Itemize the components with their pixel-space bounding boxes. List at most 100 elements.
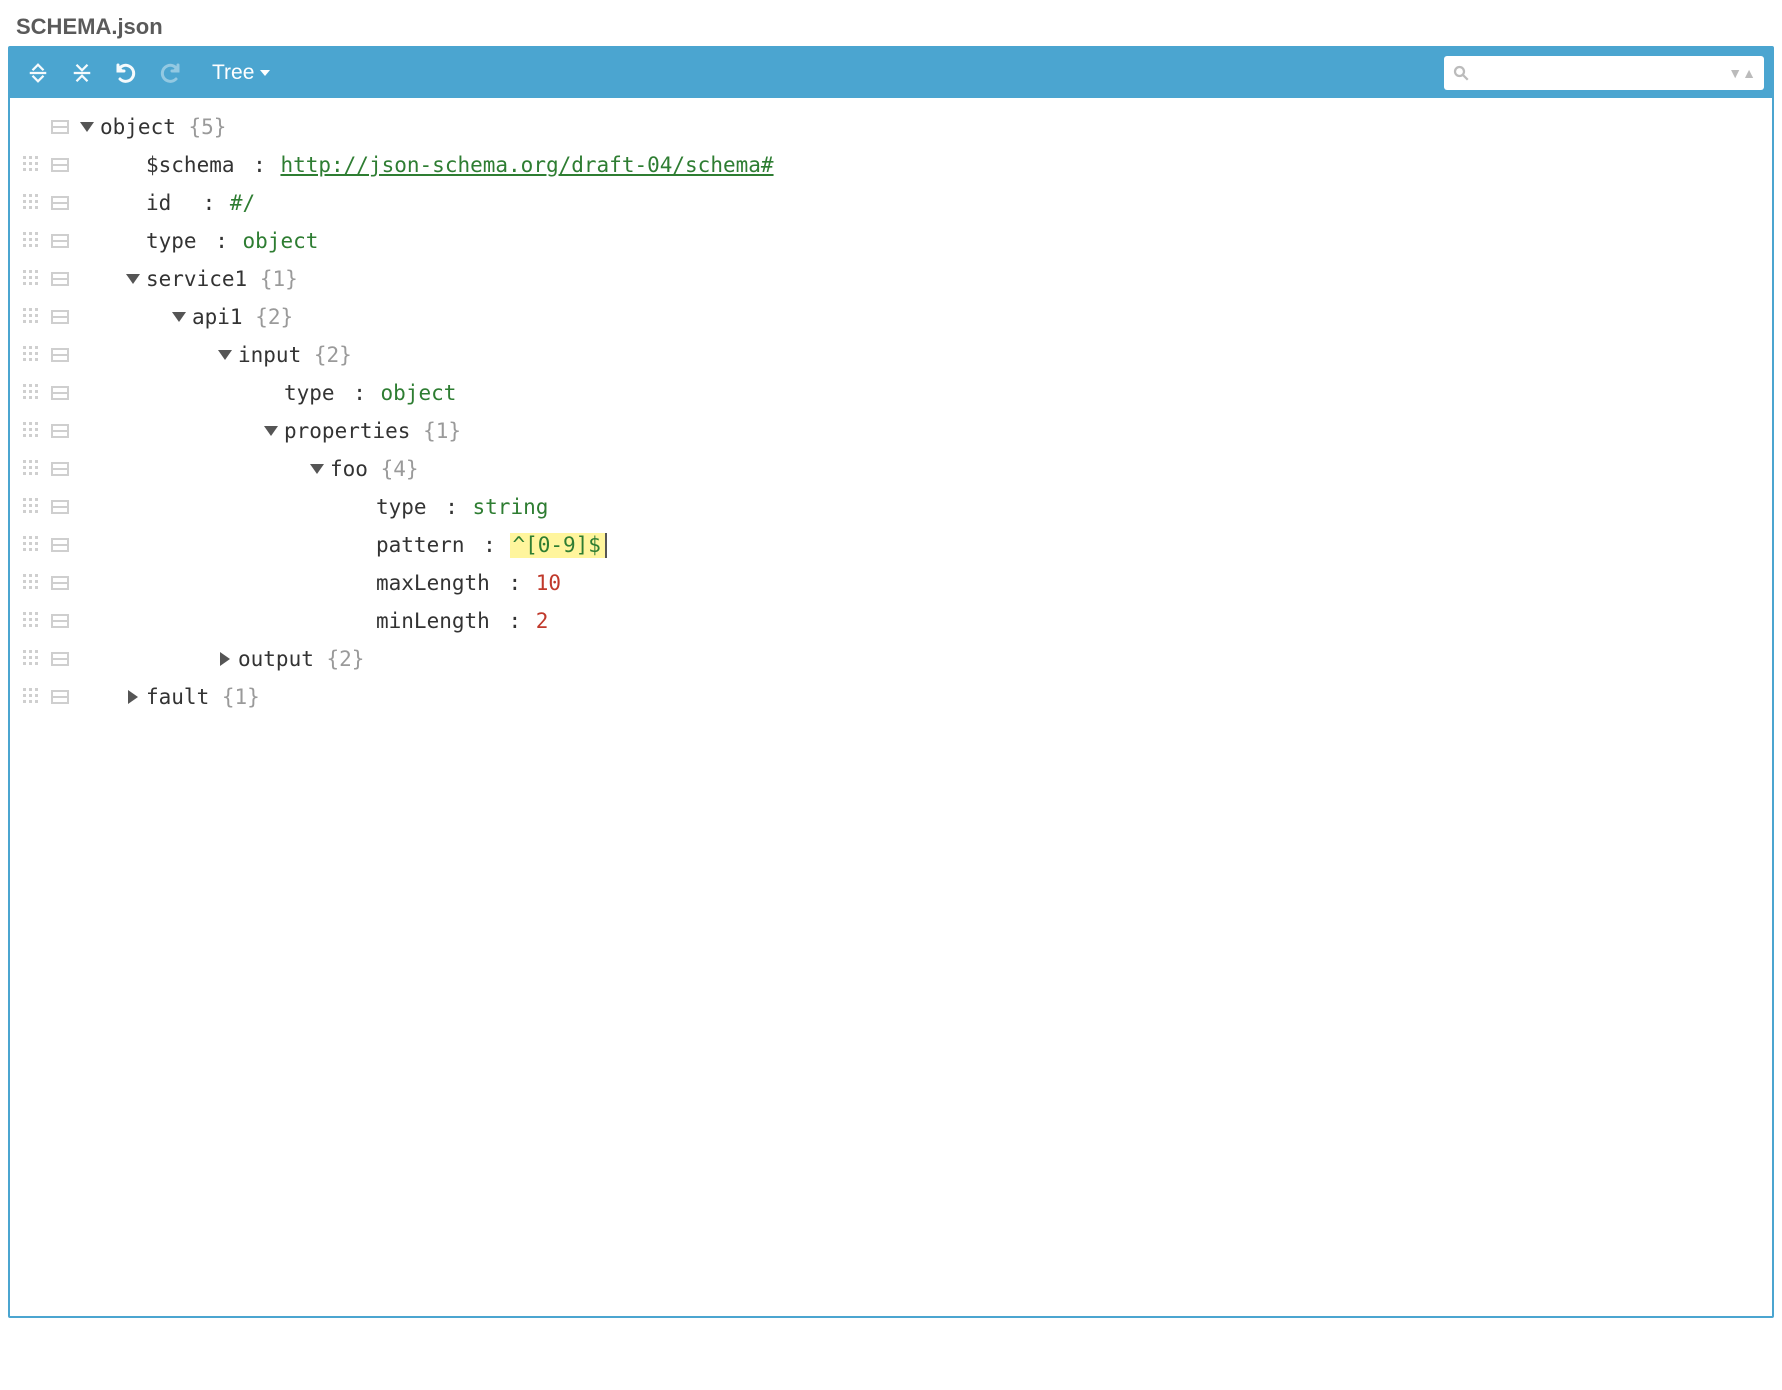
node-key[interactable]: minLength bbox=[376, 611, 490, 632]
collapse-icon[interactable] bbox=[304, 464, 330, 474]
node-key[interactable]: object bbox=[100, 117, 176, 138]
context-menu-button[interactable] bbox=[46, 386, 74, 400]
drag-handle[interactable] bbox=[18, 650, 46, 668]
node-key[interactable]: fault bbox=[146, 687, 209, 708]
context-menu-button[interactable] bbox=[46, 272, 74, 286]
context-menu-button[interactable] bbox=[46, 234, 74, 248]
collapse-icon[interactable] bbox=[74, 122, 100, 132]
node-value[interactable]: 10 bbox=[536, 573, 561, 594]
separator: : bbox=[490, 611, 536, 632]
collapse-icon[interactable] bbox=[258, 426, 284, 436]
context-menu-button[interactable] bbox=[46, 576, 74, 590]
node-count: {2} bbox=[255, 307, 293, 328]
tree-row: api1 {2} bbox=[18, 298, 1764, 336]
node-key[interactable]: type bbox=[284, 383, 335, 404]
drag-handle[interactable] bbox=[18, 194, 46, 212]
context-menu-button[interactable] bbox=[46, 538, 74, 552]
tree-row: pattern : ^[0-9]$ bbox=[18, 526, 1764, 564]
tree-row: maxLength : 10 bbox=[18, 564, 1764, 602]
context-menu-button[interactable] bbox=[46, 196, 74, 210]
mode-dropdown[interactable]: Tree bbox=[212, 61, 270, 85]
undo-button[interactable] bbox=[106, 53, 146, 93]
collapse-icon[interactable] bbox=[120, 274, 146, 284]
tree-row: id : #/ bbox=[18, 184, 1764, 222]
expand-icon[interactable] bbox=[212, 652, 238, 666]
separator: : bbox=[235, 155, 281, 176]
search-prev-icon[interactable]: ▲ bbox=[1742, 68, 1756, 78]
node-count: {4} bbox=[381, 459, 419, 480]
node-value[interactable]: object bbox=[381, 383, 457, 404]
node-key[interactable]: service1 bbox=[146, 269, 247, 290]
node-key[interactable]: foo bbox=[330, 459, 368, 480]
drag-handle[interactable] bbox=[18, 422, 46, 440]
node-count: {2} bbox=[314, 345, 352, 366]
search-next-icon[interactable]: ▼ bbox=[1728, 68, 1742, 78]
separator: : bbox=[197, 231, 243, 252]
separator: : bbox=[335, 383, 381, 404]
node-key[interactable]: output bbox=[238, 649, 314, 670]
drag-handle[interactable] bbox=[18, 612, 46, 630]
drag-handle[interactable] bbox=[18, 498, 46, 516]
tree-row: object {5} bbox=[18, 108, 1764, 146]
node-key[interactable]: properties bbox=[284, 421, 410, 442]
context-menu-button[interactable] bbox=[46, 120, 74, 134]
expand-all-button[interactable] bbox=[18, 53, 58, 93]
expand-icon[interactable] bbox=[120, 690, 146, 704]
drag-handle[interactable] bbox=[18, 536, 46, 554]
node-value[interactable]: #/ bbox=[230, 193, 255, 214]
drag-handle[interactable] bbox=[18, 156, 46, 174]
drag-handle[interactable] bbox=[18, 232, 46, 250]
drag-handle[interactable] bbox=[18, 346, 46, 364]
node-value[interactable]: object bbox=[243, 231, 319, 252]
collapse-icon[interactable] bbox=[212, 350, 238, 360]
drag-handle[interactable] bbox=[18, 688, 46, 706]
node-value[interactable]: http://json-schema.org/draft-04/schema# bbox=[280, 155, 773, 176]
tree-row: type : object bbox=[18, 374, 1764, 412]
node-value[interactable]: string bbox=[473, 497, 549, 518]
collapse-icon[interactable] bbox=[166, 312, 192, 322]
node-key[interactable]: input bbox=[238, 345, 301, 366]
context-menu-button[interactable] bbox=[46, 424, 74, 438]
node-key[interactable]: $schema bbox=[146, 155, 235, 176]
redo-button[interactable] bbox=[150, 53, 190, 93]
tree-row: fault {1} bbox=[18, 678, 1764, 716]
collapse-all-button[interactable] bbox=[62, 53, 102, 93]
node-key[interactable]: pattern bbox=[376, 535, 465, 556]
tree-view: object {5}$schema : http://json-schema.o… bbox=[10, 98, 1772, 1316]
chevron-down-icon bbox=[260, 70, 270, 76]
toolbar: Tree ▼ ▲ bbox=[10, 48, 1772, 98]
context-menu-button[interactable] bbox=[46, 158, 74, 172]
node-count: {1} bbox=[423, 421, 461, 442]
node-value[interactable]: 2 bbox=[536, 611, 549, 632]
json-editor: Tree ▼ ▲ object {5}$schema : http://json… bbox=[8, 46, 1774, 1318]
tree-row: output {2} bbox=[18, 640, 1764, 678]
file-title: SCHEMA.json bbox=[16, 14, 1774, 40]
drag-handle[interactable] bbox=[18, 308, 46, 326]
search-icon bbox=[1452, 64, 1470, 82]
drag-handle[interactable] bbox=[18, 384, 46, 402]
context-menu-button[interactable] bbox=[46, 348, 74, 362]
drag-handle[interactable] bbox=[18, 574, 46, 592]
context-menu-button[interactable] bbox=[46, 500, 74, 514]
node-key[interactable]: api1 bbox=[192, 307, 243, 328]
search-input[interactable] bbox=[1478, 63, 1720, 84]
node-key[interactable]: type bbox=[376, 497, 427, 518]
context-menu-button[interactable] bbox=[46, 310, 74, 324]
node-key[interactable]: maxLength bbox=[376, 573, 490, 594]
context-menu-button[interactable] bbox=[46, 652, 74, 666]
node-key[interactable]: id bbox=[146, 193, 184, 214]
tree-row: service1 {1} bbox=[18, 260, 1764, 298]
drag-handle[interactable] bbox=[18, 270, 46, 288]
node-count: {1} bbox=[222, 687, 260, 708]
drag-handle[interactable] bbox=[18, 460, 46, 478]
context-menu-button[interactable] bbox=[46, 690, 74, 704]
search-nav: ▼ ▲ bbox=[1728, 68, 1756, 78]
context-menu-button[interactable] bbox=[46, 614, 74, 628]
tree-row: $schema : http://json-schema.org/draft-0… bbox=[18, 146, 1764, 184]
context-menu-button[interactable] bbox=[46, 462, 74, 476]
tree-row: properties {1} bbox=[18, 412, 1764, 450]
node-key[interactable]: type bbox=[146, 231, 197, 252]
tree-row: type : object bbox=[18, 222, 1764, 260]
node-value[interactable]: ^[0-9]$ bbox=[510, 533, 607, 558]
tree-row: input {2} bbox=[18, 336, 1764, 374]
